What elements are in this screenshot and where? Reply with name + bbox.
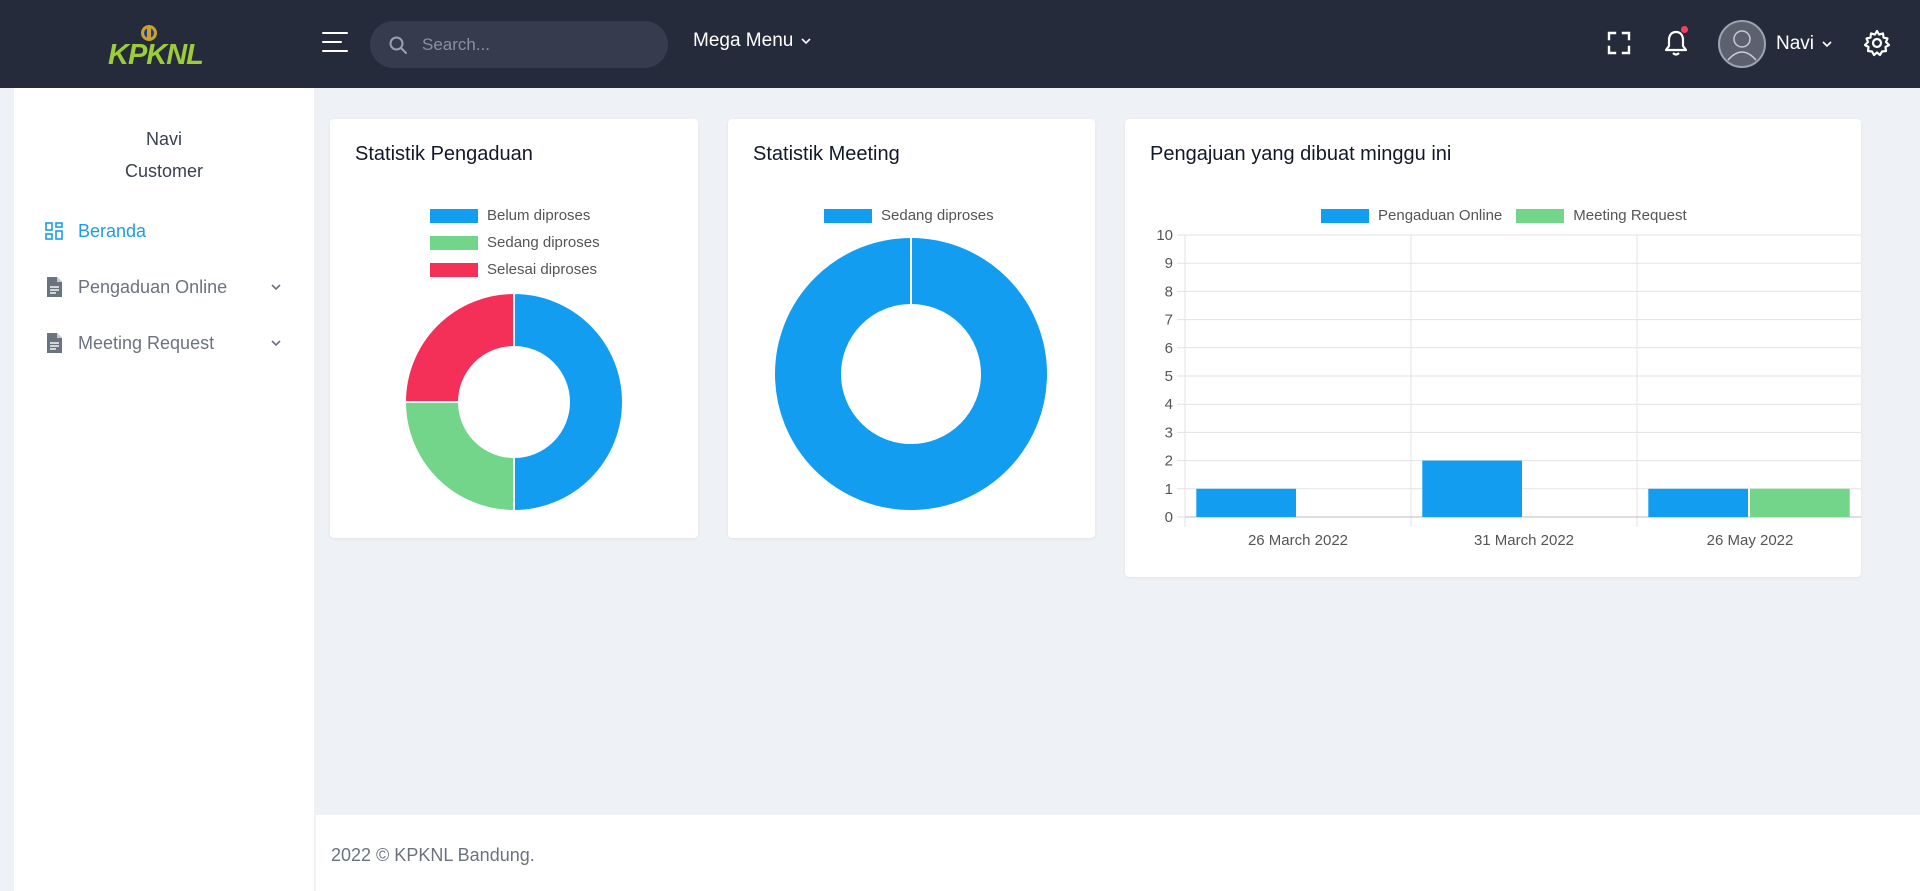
document-icon [47, 277, 62, 297]
y-tick-label: 3 [1165, 424, 1173, 441]
kpknl-logo[interactable]: KPKNL [108, 22, 204, 71]
y-tick-label: 7 [1165, 312, 1173, 329]
user-menu-dropdown[interactable]: Navi [1718, 20, 1832, 68]
sidebar-user-name: Navi [145, 129, 182, 149]
sidebar-nav: Beranda Pengaduan Online Meeting Request [14, 203, 314, 371]
mega-menu-dropdown[interactable]: Mega Menu [693, 30, 811, 52]
y-tick-label: 6 [1165, 340, 1173, 357]
donut-slice[interactable] [513, 291, 624, 513]
y-tick-label: 4 [1165, 396, 1173, 413]
chevron-down-icon [1822, 41, 1832, 48]
y-tick-label: 1 [1165, 481, 1173, 498]
gear-icon[interactable] [1862, 28, 1892, 58]
footer: 2022 © KPKNL Bandung. [316, 815, 1920, 891]
sidebar-user-info: Navi Customer [14, 88, 314, 187]
sidebar-item-label: Pengaduan Online [78, 276, 228, 297]
card-statistik-meeting: Statistik Meeting Sedang diproses [728, 119, 1095, 538]
logo-text: KPKNL [108, 39, 204, 71]
dashboard-icon [45, 222, 63, 240]
y-tick-label: 5 [1165, 368, 1173, 385]
search-icon [389, 36, 407, 54]
document-icon [47, 333, 62, 353]
fullscreen-icon[interactable] [1604, 28, 1634, 58]
x-tick-label: 31 March 2022 [1474, 532, 1574, 549]
bar[interactable] [1648, 488, 1748, 517]
y-tick-label: 9 [1165, 255, 1173, 272]
sidebar-user-role: Customer [124, 161, 204, 181]
menu-toggle-button[interactable] [322, 32, 348, 54]
search-box [370, 21, 668, 68]
x-tick-label: 26 May 2022 [1707, 532, 1794, 549]
user-avatar-icon [1720, 22, 1764, 66]
x-tick-label: 26 March 2022 [1248, 532, 1348, 549]
card-statistik-pengaduan: Statistik Pengaduan Belum diproses Sedan… [330, 119, 698, 538]
notification-badge [1680, 25, 1689, 34]
y-tick-label: 8 [1165, 283, 1173, 300]
donut-slice[interactable] [403, 401, 515, 513]
top-navbar: KPKNL Mega Menu [0, 0, 1920, 88]
bar[interactable] [1196, 488, 1296, 517]
donut-chart-pengaduan [403, 291, 624, 513]
y-tick-label: 2 [1165, 453, 1173, 470]
avatar [1718, 20, 1766, 68]
footer-copyright: 2022 © KPKNL Bandung. [331, 845, 535, 865]
hamburger-line [322, 41, 342, 43]
user-name: Navi [1776, 33, 1815, 54]
hamburger-line [322, 50, 348, 52]
y-tick-label: 0 [1165, 509, 1173, 526]
search-input[interactable] [422, 34, 642, 55]
bar[interactable] [1750, 488, 1850, 517]
donut-slice[interactable] [403, 291, 515, 403]
sidebar-item-label: Beranda [78, 220, 147, 241]
bar[interactable] [1422, 460, 1522, 517]
sidebar-item-pengaduan-online[interactable]: Pengaduan Online [14, 259, 314, 315]
hamburger-line [322, 32, 348, 34]
sidebar-item-meeting-request[interactable]: Meeting Request [14, 315, 314, 371]
donut-chart-meeting [775, 238, 1047, 510]
mega-menu-label: Mega Menu [693, 30, 794, 51]
y-tick-label: 10 [1156, 227, 1173, 244]
chevron-down-icon [271, 340, 281, 347]
card-pengajuan-minggu-ini: Pengajuan yang dibuat minggu ini Pengadu… [1125, 119, 1861, 577]
sidebar-item-beranda[interactable]: Beranda [14, 203, 314, 259]
sidebar-item-label: Meeting Request [78, 332, 215, 353]
sidebar: Navi Customer Beranda Pengaduan Online M… [14, 88, 314, 891]
chevron-down-icon [801, 38, 811, 45]
bar-chart-weekly: 0 1 2 3 4 5 6 7 8 9 10 26 March 2022 31 March 2022 26… [1156, 227, 1861, 549]
chevron-down-icon [271, 284, 281, 291]
